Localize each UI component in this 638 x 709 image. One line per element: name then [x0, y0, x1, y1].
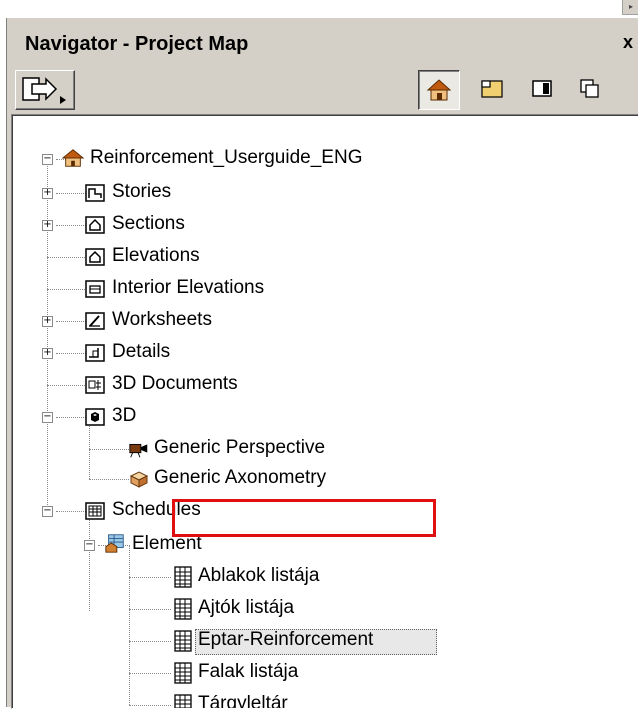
expand-toggle[interactable]: +	[42, 316, 53, 327]
schedules-icon	[84, 501, 106, 521]
project-map-tree[interactable]: − Reinforcement_Userguide_ENG + Stories …	[11, 114, 638, 709]
3d-documents-icon	[84, 375, 106, 395]
navigator-toolbar	[7, 66, 638, 114]
tree-guide	[47, 257, 89, 258]
tree-item-details[interactable]: Details	[112, 341, 170, 363]
project-map-icon	[426, 79, 452, 101]
tree-guide	[56, 417, 86, 418]
tree-guide	[129, 705, 171, 706]
tree-guide	[56, 193, 86, 194]
camera-icon	[128, 439, 150, 459]
tree-guide	[56, 321, 86, 322]
worksheets-icon	[84, 311, 106, 331]
publisher-sets-button[interactable]	[570, 70, 610, 108]
panel-menu-button[interactable]: ▸	[622, 0, 638, 15]
tree-item-elevations[interactable]: Elevations	[112, 245, 200, 267]
schedule-table-icon	[172, 566, 194, 588]
sections-icon	[84, 215, 106, 235]
tree-guide	[89, 511, 90, 611]
palette-title: Navigator - Project Map	[25, 33, 249, 55]
tree-item-stories[interactable]: Stories	[112, 181, 171, 203]
tree-item-eptar-reinforcement[interactable]: Eptar-Reinforcement	[198, 629, 373, 651]
tree-guide	[129, 609, 171, 610]
collapse-toggle[interactable]: −	[84, 540, 95, 551]
tree-guide	[129, 641, 171, 642]
navigator-palette: Navigator - Project Map x − Reinforcemen…	[6, 18, 638, 709]
schedule-table-icon	[172, 598, 194, 620]
collapse-toggle[interactable]: −	[42, 506, 53, 517]
view-map-button[interactable]	[472, 70, 512, 108]
expand-toggle[interactable]: +	[42, 348, 53, 359]
element-schedule-icon	[104, 533, 126, 553]
publisher-button[interactable]	[15, 70, 75, 110]
interior-elevations-icon	[84, 279, 106, 299]
tree-guide	[129, 577, 171, 578]
details-icon	[84, 343, 106, 363]
annotation-highlight-box	[172, 499, 436, 537]
palette-title-bar[interactable]: Navigator - Project Map x	[7, 18, 638, 66]
tree-guide	[56, 353, 86, 354]
layout-book-icon	[532, 80, 552, 97]
schedule-table-icon	[172, 662, 194, 684]
view-map-icon	[481, 80, 503, 98]
publisher-sets-icon	[580, 79, 599, 98]
tree-item-generic-perspective[interactable]: Generic Perspective	[154, 437, 325, 459]
tree-guide	[47, 385, 89, 386]
elevations-icon	[84, 247, 106, 267]
expand-toggle[interactable]: +	[42, 188, 53, 199]
tree-guide	[56, 225, 86, 226]
stories-icon	[84, 183, 106, 203]
tree-item-generic-axonometry[interactable]: Generic Axonometry	[154, 467, 326, 489]
tree-item-3d[interactable]: 3D	[112, 405, 136, 427]
layout-book-button[interactable]	[522, 70, 562, 108]
tree-item-interior-elevations[interactable]: Interior Elevations	[112, 277, 264, 299]
expand-toggle[interactable]: +	[42, 220, 53, 231]
tree-guide	[47, 289, 89, 290]
tree-guide	[89, 479, 129, 480]
project-map-button[interactable]	[418, 70, 460, 110]
schedule-table-icon	[172, 630, 194, 652]
tree-guide	[47, 157, 48, 511]
tree-item-ajtok-listaja[interactable]: Ajtók listája	[198, 597, 294, 619]
close-icon[interactable]: x	[623, 32, 633, 53]
tree-guide	[129, 673, 171, 674]
3d-icon	[84, 407, 106, 427]
tree-guide	[129, 545, 130, 705]
project-root-icon	[62, 148, 84, 168]
collapse-toggle[interactable]: −	[42, 412, 53, 423]
publisher-arrow-icon	[22, 77, 66, 104]
tree-item-sections[interactable]: Sections	[112, 213, 185, 235]
tree-guide	[89, 449, 129, 450]
axonometry-icon	[128, 469, 150, 489]
tree-item-ablakok-listaja[interactable]: Ablakok listája	[198, 565, 319, 587]
tree-guide	[56, 511, 86, 512]
tree-item-falak-listaja[interactable]: Falak listája	[198, 661, 298, 683]
tree-item-3d-documents[interactable]: 3D Documents	[112, 373, 238, 395]
tree-root-label[interactable]: Reinforcement_Userguide_ENG	[90, 147, 362, 169]
tree-item-worksheets[interactable]: Worksheets	[112, 309, 212, 331]
collapse-toggle[interactable]: −	[42, 154, 53, 165]
